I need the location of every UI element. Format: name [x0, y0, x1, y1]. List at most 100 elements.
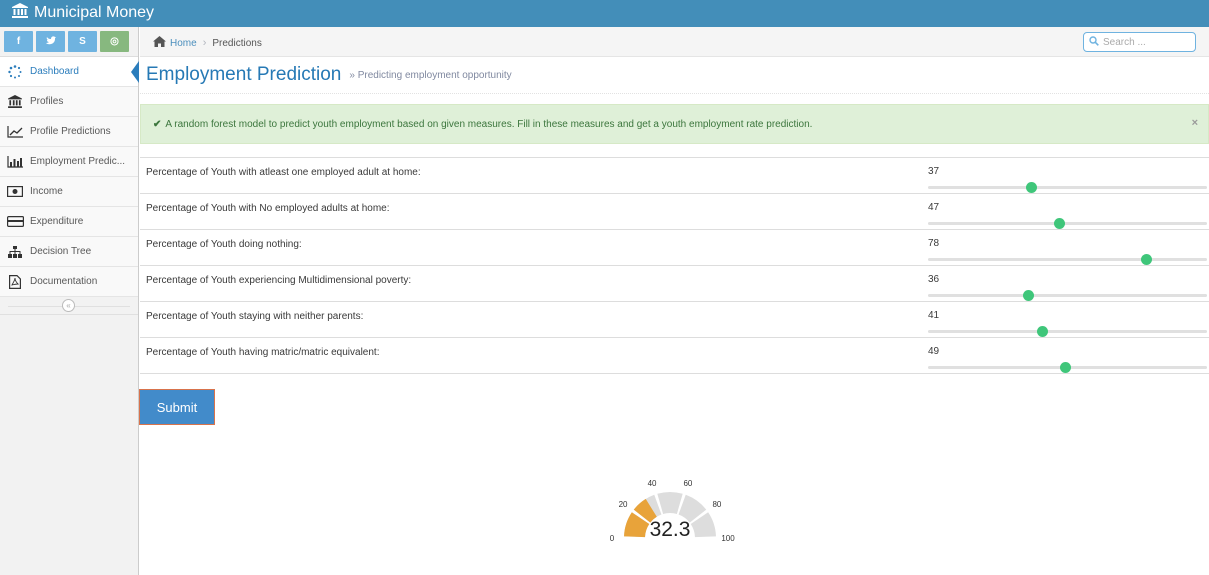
slider-row: Percentage of Youth having matric/matric…	[140, 338, 1209, 374]
slider-value: 49	[928, 346, 940, 357]
slider-value: 78	[928, 238, 940, 249]
slider-thumb[interactable]	[1054, 218, 1066, 229]
slider-label: Percentage of Youth having matric/matric…	[146, 347, 380, 358]
slider-label: Percentage of Youth experiencing Multidi…	[146, 275, 412, 286]
twitter-icon	[45, 35, 56, 48]
sidebar-shortcuts: f S ◎	[0, 27, 138, 57]
facebook-icon: f	[16, 36, 21, 47]
pdf-file-icon	[6, 274, 24, 289]
slider-label: Percentage of Youth staying with neither…	[146, 311, 364, 322]
bank-icon	[6, 95, 24, 109]
gauge-tick-label: 80	[712, 500, 721, 509]
slider-thumb[interactable]	[1037, 326, 1049, 337]
app-title: Municipal Money	[34, 4, 155, 21]
sidebar-item-label: Income	[30, 186, 63, 197]
slider-track[interactable]	[928, 362, 1207, 373]
slider-label: Percentage of Youth with atleast one emp…	[146, 167, 421, 178]
gauge-tick-label: 0	[610, 534, 615, 543]
credit-card-icon	[6, 215, 24, 229]
slider-value: 41	[928, 310, 940, 321]
sidebar-item-label: Profiles	[30, 96, 64, 107]
slider-row: Percentage of Youth with No employed adu…	[140, 194, 1209, 230]
slider-thumb[interactable]	[1026, 182, 1038, 193]
sidebar-item-label: Expenditure	[30, 216, 84, 227]
slider-track[interactable]	[928, 254, 1207, 265]
sidebar-item-label: Dashboard	[30, 66, 79, 77]
sidebar-item-decision-tree[interactable]: Decision Tree	[0, 237, 138, 267]
breadcrumb-current: Predictions	[212, 37, 262, 49]
breadcrumb-separator-icon: ›	[202, 37, 207, 49]
search-input[interactable]	[1103, 36, 1193, 48]
brand[interactable]: Municipal Money	[12, 2, 154, 24]
search-box[interactable]	[1083, 32, 1196, 52]
double-chevron-left-icon: «	[66, 301, 71, 310]
sidebar-item-income[interactable]: Income	[0, 177, 138, 207]
gauge-segment	[657, 492, 683, 514]
sidebar: f S ◎ Dashboard Profiles Profile Predict…	[0, 27, 139, 575]
money-icon	[6, 185, 24, 199]
gauge-tick-label: 60	[683, 479, 692, 488]
sidebar-item-label: Decision Tree	[30, 246, 92, 257]
breadcrumb: Home › Predictions	[153, 36, 262, 50]
sidebar-item-employment-predictions[interactable]: Employment Predic...	[0, 147, 138, 177]
sidebar-item-label: Employment Predic...	[30, 156, 126, 167]
page-title: Employment Prediction	[146, 64, 342, 85]
page-header: Employment Prediction » Predicting emplo…	[140, 57, 1209, 94]
breadcrumb-bar: Home › Predictions	[140, 27, 1209, 57]
sidebar-item-label: Documentation	[30, 276, 98, 287]
line-chart-icon	[6, 125, 24, 139]
whatsapp-icon: ◎	[110, 36, 119, 47]
slider-label: Percentage of Youth doing nothing:	[146, 239, 302, 250]
slider-value: 36	[928, 274, 940, 285]
bar-chart-icon	[6, 155, 24, 169]
slider-label: Percentage of Youth with No employed adu…	[146, 203, 390, 214]
search-icon	[1089, 35, 1099, 49]
gauge-tick-label: 100	[721, 534, 735, 543]
gauge-chart: 0 20 40 60 80 100 32.3	[610, 479, 735, 543]
slider-thumb[interactable]	[1140, 254, 1152, 265]
collapse-sidebar-button[interactable]: «	[62, 299, 75, 312]
slider-value: 47	[928, 202, 940, 213]
spinner-icon	[6, 64, 24, 79]
sidebar-item-dashboard[interactable]: Dashboard	[0, 57, 139, 87]
sidebar-item-expenditure[interactable]: Expenditure	[0, 207, 138, 237]
sitemap-icon	[6, 245, 24, 259]
bank-icon	[12, 3, 34, 23]
page-subtitle: » Predicting employment opportunity	[349, 69, 512, 81]
sidebar-nav: Dashboard Profiles Profile Predictions E…	[0, 57, 139, 297]
sidebar-item-documentation[interactable]: Documentation	[0, 267, 138, 297]
alert-text: A random forest model to predict youth e…	[165, 118, 813, 130]
slider-row: Percentage of Youth doing nothing: 78	[140, 230, 1209, 266]
top-navbar: Municipal Money	[0, 0, 1209, 27]
sidebar-collapse: «	[0, 297, 138, 315]
gauge-tick-label: 40	[648, 479, 657, 488]
skype-button[interactable]: S	[68, 31, 97, 52]
slider-track[interactable]	[928, 182, 1207, 193]
skype-icon: S	[79, 36, 86, 47]
slider-thumb[interactable]	[1023, 290, 1035, 301]
info-alert: ✔ A random forest model to predict youth…	[140, 104, 1209, 144]
check-icon: ✔	[153, 118, 162, 130]
facebook-button[interactable]: f	[4, 31, 33, 52]
home-icon	[153, 36, 170, 50]
slider-thumb[interactable]	[1059, 362, 1071, 373]
slider-value: 37	[928, 166, 940, 177]
sidebar-item-label: Profile Predictions	[30, 126, 111, 137]
gauge-value: 32.3	[650, 518, 691, 541]
slider-row: Percentage of Youth staying with neither…	[140, 302, 1209, 338]
close-icon[interactable]: ×	[1192, 117, 1198, 129]
slider-track[interactable]	[928, 218, 1207, 229]
sidebar-item-profile-predictions[interactable]: Profile Predictions	[0, 117, 138, 147]
slider-track[interactable]	[928, 326, 1207, 337]
sidebar-item-profiles[interactable]: Profiles	[0, 87, 138, 117]
whatsapp-button[interactable]: ◎	[100, 31, 129, 52]
slider-track[interactable]	[928, 290, 1207, 301]
gauge-tick-label: 20	[619, 500, 628, 509]
twitter-button[interactable]	[36, 31, 65, 52]
slider-row: Percentage of Youth experiencing Multidi…	[140, 266, 1209, 302]
slider-row: Percentage of Youth with atleast one emp…	[140, 158, 1209, 194]
submit-button[interactable]: Submit	[139, 389, 215, 425]
prediction-gauge: 0 20 40 60 80 100 32.3	[590, 460, 750, 570]
breadcrumb-home-link[interactable]: Home	[170, 38, 197, 49]
measures-form: Percentage of Youth with atleast one emp…	[140, 157, 1209, 374]
